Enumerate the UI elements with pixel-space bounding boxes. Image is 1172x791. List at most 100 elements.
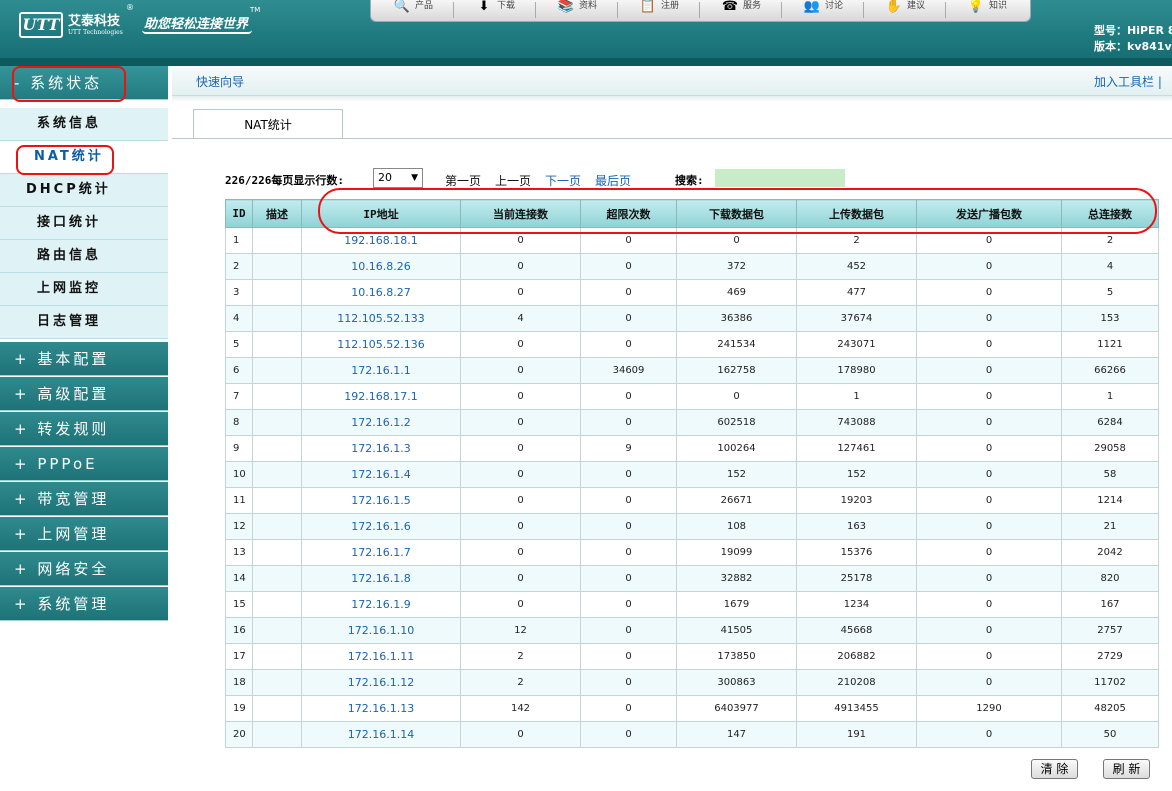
utt-logo[interactable]: UTT (19, 12, 63, 38)
ip-link[interactable]: 172.16.1.14 (301, 721, 461, 748)
ip-link[interactable]: 192.168.18.1 (301, 227, 461, 254)
table-cell: 10 (225, 461, 253, 488)
sidebar-item-4[interactable]: 路由信息 (0, 240, 168, 273)
docs-icon: 📚 (557, 0, 575, 14)
menu-section-5[interactable]: + 带宽管理 (0, 482, 168, 516)
ip-link[interactable]: 172.16.1.1 (301, 357, 461, 384)
table-cell: 0 (676, 227, 797, 254)
table-cell: 0 (580, 409, 677, 436)
table-cell: 37674 (796, 305, 917, 332)
clear-button[interactable]: 清 除 (1031, 759, 1078, 779)
menu-section-4[interactable]: + PPPoE (0, 447, 168, 481)
add-to-toolbar-link[interactable]: 加入工具栏 | (1094, 73, 1162, 90)
ip-link[interactable]: 10.16.8.26 (301, 253, 461, 280)
table-cell: 4913455 (796, 695, 917, 722)
table-cell: 0 (460, 565, 581, 592)
table-cell: 11 (225, 487, 253, 514)
sidebar-item-2[interactable]: DHCP统计 (0, 174, 168, 207)
table-cell: 0 (580, 227, 677, 254)
menu-section-6[interactable]: + 上网管理 (0, 517, 168, 551)
column-header[interactable]: 描述 (252, 199, 302, 228)
table-cell: 19099 (676, 539, 797, 566)
table-cell: 2 (1061, 227, 1159, 254)
table-cell: 4 (1061, 253, 1159, 280)
sidebar-item-5[interactable]: 上网监控 (0, 273, 168, 306)
column-header[interactable]: 发送广播包数 (916, 199, 1062, 228)
ip-link[interactable]: 172.16.1.7 (301, 539, 461, 566)
table-cell: 0 (580, 461, 677, 488)
ip-link[interactable]: 10.16.8.27 (301, 279, 461, 306)
ip-link[interactable]: 192.168.17.1 (301, 383, 461, 410)
sidebar-item-6[interactable]: 日志管理 (0, 306, 168, 339)
table-cell: 210208 (796, 669, 917, 696)
table-cell: 0 (916, 435, 1062, 462)
table-cell: 100264 (676, 435, 797, 462)
column-header[interactable]: 当前连接数 (460, 199, 581, 228)
ip-link[interactable]: 172.16.1.5 (301, 487, 461, 514)
table-cell: 7 (225, 383, 253, 410)
table-row: 2 10.16.8.26 0 0 372 452 0 4 (225, 253, 1159, 280)
next-page-link[interactable]: 下一页 (545, 172, 581, 189)
top-nav-forum[interactable]: 👥 讨论 (781, 0, 863, 20)
tab-underline (172, 138, 1172, 139)
table-cell: 173850 (676, 643, 797, 670)
rows-per-page-select[interactable]: 20 ▼ (373, 168, 423, 188)
ip-link[interactable]: 172.16.1.2 (301, 409, 461, 436)
ip-link[interactable]: 172.16.1.13 (301, 695, 461, 722)
search-input[interactable] (715, 169, 845, 187)
ip-link[interactable]: 172.16.1.11 (301, 643, 461, 670)
trademark-mark: TM (250, 6, 261, 14)
column-header[interactable]: 总连接数 (1061, 199, 1159, 228)
menu-section-3[interactable]: + 转发规则 (0, 412, 168, 446)
column-header[interactable]: 上传数据包 (796, 199, 917, 228)
table-cell: 0 (916, 305, 1062, 332)
table-cell: 20 (225, 721, 253, 748)
top-nav-download[interactable]: ⬇ 下载 (453, 0, 535, 20)
sidebar-item-0[interactable]: 系统信息 (0, 108, 168, 141)
ip-link[interactable]: 112.105.52.133 (301, 305, 461, 332)
ip-link[interactable]: 172.16.1.4 (301, 461, 461, 488)
table-cell: 2 (225, 253, 253, 280)
ip-link[interactable]: 172.16.1.12 (301, 669, 461, 696)
sidebar-item-1[interactable]: NAT统计 (0, 141, 168, 174)
menu-section-8[interactable]: + 系统管理 (0, 587, 168, 621)
top-nav-search[interactable]: 🔍 产品 (371, 0, 453, 20)
ip-link[interactable]: 172.16.1.9 (301, 591, 461, 618)
top-nav-knowledge[interactable]: 💡 知识 (945, 0, 1027, 20)
ip-link[interactable]: 172.16.1.6 (301, 513, 461, 540)
column-header[interactable]: ID (225, 199, 253, 228)
table-row: 15 172.16.1.9 0 0 1679 1234 0 167 (225, 591, 1159, 618)
prev-page-link[interactable]: 上一页 (495, 172, 531, 189)
ip-link[interactable]: 172.16.1.3 (301, 435, 461, 462)
column-header[interactable]: 下载数据包 (676, 199, 797, 228)
top-nav-docs[interactable]: 📚 资料 (535, 0, 617, 20)
table-cell: 0 (460, 591, 581, 618)
table-row: 20 172.16.1.14 0 0 147 191 0 50 (225, 721, 1159, 748)
refresh-button[interactable]: 刷 新 (1103, 759, 1150, 779)
menu-section-0[interactable]: - 系统状态 (0, 66, 168, 100)
ip-link[interactable]: 172.16.1.8 (301, 565, 461, 592)
column-header[interactable]: IP地址 (301, 199, 461, 228)
table-cell: 0 (916, 513, 1062, 540)
menu-section-1[interactable]: + 基本配置 (0, 342, 168, 376)
column-header[interactable]: 超限次数 (580, 199, 677, 228)
nav-separator (945, 2, 946, 18)
table-cell: 0 (460, 331, 581, 358)
tab-nat-stats[interactable]: NAT统计 (193, 109, 343, 139)
top-nav-suggest[interactable]: ✋ 建议 (863, 0, 945, 20)
last-page-link[interactable]: 最后页 (595, 172, 631, 189)
table-cell (252, 279, 302, 306)
pagination-bar: 226/226每页显示行数: 20 ▼ 第一页 上一页 下一页 最后页 搜索: (225, 168, 1165, 190)
menu-section-7[interactable]: + 网络安全 (0, 552, 168, 586)
table-cell: 477 (796, 279, 917, 306)
ip-link[interactable]: 112.105.52.136 (301, 331, 461, 358)
table-cell: 178980 (796, 357, 917, 384)
top-nav-phone[interactable]: ☎ 服务 (699, 0, 781, 20)
sidebar-item-3[interactable]: 接口统计 (0, 207, 168, 240)
menu-section-2[interactable]: + 高级配置 (0, 377, 168, 411)
first-page-link[interactable]: 第一页 (445, 172, 481, 189)
top-nav-register[interactable]: 📋 注册 (617, 0, 699, 20)
quick-guide-link[interactable]: 快速向导 (196, 73, 244, 90)
ip-link[interactable]: 172.16.1.10 (301, 617, 461, 644)
table-cell: 0 (580, 565, 677, 592)
